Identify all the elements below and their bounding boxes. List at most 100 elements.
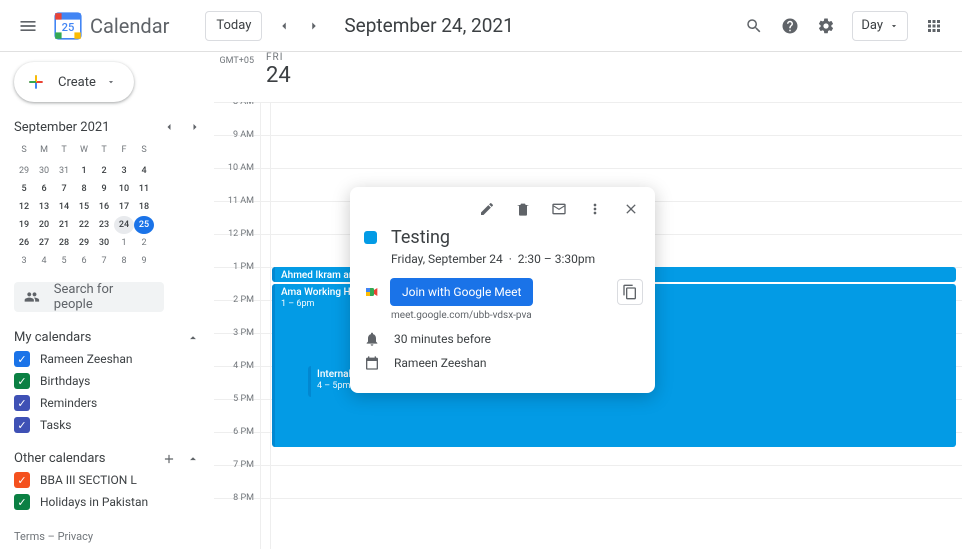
mini-day[interactable]: 29 [74, 234, 94, 252]
calendar-item[interactable]: ✓BBA III SECTION L [14, 472, 206, 488]
organizer-label: Rameen Zeeshan [394, 356, 487, 370]
hour-label: 8 PM [214, 493, 260, 503]
mini-day[interactable]: 24 [114, 216, 134, 234]
mini-day[interactable]: 10 [114, 180, 134, 198]
calendar-label: Rameen Zeeshan [40, 352, 133, 366]
mini-day[interactable]: 31 [54, 162, 74, 180]
copy-meet-link-button[interactable] [617, 279, 643, 305]
calendar-label: Birthdays [40, 374, 90, 388]
create-button[interactable]: Create [14, 62, 134, 102]
mini-day[interactable]: 1 [114, 234, 134, 252]
close-popup-button[interactable] [619, 197, 643, 221]
mini-day[interactable]: 4 [134, 162, 154, 180]
event-details-popup: Testing Friday, September 24 · 2:30 – 3:… [350, 187, 655, 393]
prev-day-button[interactable] [270, 12, 298, 40]
mini-day[interactable]: 5 [54, 252, 74, 270]
mini-day[interactable]: 19 [14, 216, 34, 234]
mini-day[interactable]: 9 [134, 252, 154, 270]
other-calendars-title: Other calendars [14, 451, 106, 466]
hour-label: 3 PM [214, 328, 260, 338]
mini-day[interactable]: 15 [74, 198, 94, 216]
event-title: Testing [391, 227, 450, 248]
calendar-logo-icon: 25 [52, 10, 84, 42]
mini-day[interactable]: 29 [14, 162, 34, 180]
mini-day[interactable]: 8 [114, 252, 134, 270]
mini-day[interactable]: 6 [74, 252, 94, 270]
mini-day[interactable]: 22 [74, 216, 94, 234]
reminder-label: 30 minutes before [394, 332, 491, 346]
mini-day[interactable]: 21 [54, 216, 74, 234]
footer-links[interactable]: Terms – Privacy [14, 530, 93, 543]
more-options-button[interactable] [583, 197, 607, 221]
mini-day[interactable]: 18 [134, 198, 154, 216]
search-people-input[interactable]: Search for people [14, 282, 164, 312]
checkbox-icon[interactable]: ✓ [14, 373, 30, 389]
event-datetime: Friday, September 24 · 2:30 – 3:30pm [391, 252, 643, 266]
next-day-button[interactable] [300, 12, 328, 40]
chevron-up-icon[interactable] [186, 331, 200, 345]
checkbox-icon[interactable]: ✓ [14, 395, 30, 411]
mini-day[interactable]: 7 [94, 252, 114, 270]
checkbox-icon[interactable]: ✓ [14, 351, 30, 367]
mini-day[interactable]: 25 [134, 216, 154, 234]
mini-day[interactable]: 1 [74, 162, 94, 180]
today-button[interactable]: Today [205, 11, 262, 41]
mini-day[interactable]: 5 [14, 180, 34, 198]
calendar-item[interactable]: ✓ Rameen Zeeshan [14, 351, 206, 367]
delete-event-button[interactable] [511, 197, 535, 221]
mini-day[interactable]: 26 [14, 234, 34, 252]
chevron-up-icon[interactable] [186, 452, 200, 466]
hour-label: 12 PM [214, 229, 260, 239]
mini-prev-button[interactable] [158, 116, 180, 138]
mini-day[interactable]: 13 [34, 198, 54, 216]
hour-label: 9 AM [214, 130, 260, 140]
add-calendar-icon[interactable] [162, 452, 176, 466]
view-selector[interactable]: Day [852, 11, 908, 41]
calendar-label: Tasks [40, 418, 72, 432]
mini-day[interactable]: 20 [34, 216, 54, 234]
join-meet-button[interactable]: Join with Google Meet [390, 278, 533, 306]
calendar-item[interactable]: ✓Holidays in Pakistan [14, 494, 206, 510]
mini-day[interactable]: 17 [114, 198, 134, 216]
search-people-placeholder: Search for people [54, 282, 154, 312]
main-menu-icon[interactable] [10, 8, 46, 44]
mini-day[interactable]: 4 [34, 252, 54, 270]
mini-day[interactable]: 30 [34, 162, 54, 180]
mini-day[interactable]: 7 [54, 180, 74, 198]
mini-day[interactable]: 28 [54, 234, 74, 252]
checkbox-icon[interactable]: ✓ [14, 417, 30, 433]
mini-dow: S [134, 144, 154, 162]
apps-icon[interactable] [916, 8, 952, 44]
bell-icon [364, 331, 380, 347]
mini-day[interactable]: 8 [74, 180, 94, 198]
mini-day[interactable]: 27 [34, 234, 54, 252]
mini-day[interactable]: 16 [94, 198, 114, 216]
mini-day[interactable]: 23 [94, 216, 114, 234]
checkbox-icon[interactable]: ✓ [14, 494, 30, 510]
mini-day[interactable]: 30 [94, 234, 114, 252]
help-icon[interactable] [772, 8, 808, 44]
my-calendars-title: My calendars [14, 330, 91, 345]
mini-next-button[interactable] [184, 116, 206, 138]
meet-url: meet.google.com/ubb-vdsx-pva [391, 310, 643, 321]
mini-day[interactable]: 3 [14, 252, 34, 270]
mini-day[interactable]: 9 [94, 180, 114, 198]
search-icon[interactable] [736, 8, 772, 44]
email-guests-button[interactable] [547, 197, 571, 221]
hour-label: 11 AM [214, 196, 260, 206]
calendar-item[interactable]: ✓ Tasks [14, 417, 206, 433]
meet-icon [364, 284, 380, 300]
mini-day[interactable]: 12 [14, 198, 34, 216]
settings-icon[interactable] [808, 8, 844, 44]
calendar-item[interactable]: ✓ Birthdays [14, 373, 206, 389]
mini-day[interactable]: 14 [54, 198, 74, 216]
calendar-item[interactable]: ✓ Reminders [14, 395, 206, 411]
mini-day[interactable]: 11 [134, 180, 154, 198]
checkbox-icon[interactable]: ✓ [14, 472, 30, 488]
mini-day[interactable]: 2 [94, 162, 114, 180]
calendar-label: Reminders [40, 396, 97, 410]
edit-event-button[interactable] [475, 197, 499, 221]
mini-day[interactable]: 3 [114, 162, 134, 180]
mini-day[interactable]: 6 [34, 180, 54, 198]
mini-day[interactable]: 2 [134, 234, 154, 252]
